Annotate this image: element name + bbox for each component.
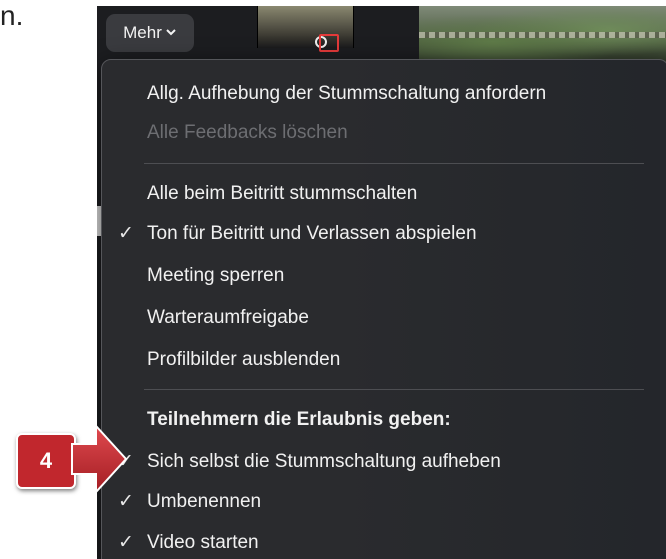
callout-arrow-icon [71, 423, 128, 495]
menu-item-hide-profile-pictures[interactable]: Profilbilder ausblenden [102, 340, 662, 380]
menu-item-label: Allg. Aufhebung der Stummschaltung anfor… [147, 83, 547, 104]
menu-item-label: Alle beim Beitritt stummschalten [147, 183, 418, 204]
video-thumbnail-landscape[interactable] [419, 6, 666, 66]
step-callout-badge: 4 [16, 433, 76, 489]
menu-item-label: Profilbilder ausblenden [147, 349, 341, 370]
menu-item-entry-exit-sound[interactable]: ✓ Ton für Beitritt und Verlassen abspiel… [102, 214, 662, 254]
menu-item-allow-start-video[interactable]: ✓ Video starten [102, 523, 662, 559]
menu-item-label: Alle Feedbacks löschen [147, 122, 348, 143]
menu-item-label: Umbenennen [147, 491, 262, 512]
menu-item-mute-on-entry[interactable]: Alle beim Beitritt stummschalten [102, 174, 662, 214]
menu-item-allow-rename[interactable]: ✓ Umbenennen [102, 482, 662, 522]
checkmark-icon: ✓ [118, 532, 134, 553]
section-header-permissions: Teilnehmern die Erlaubnis geben: [102, 400, 662, 440]
video-thumbnail[interactable] [257, 6, 354, 52]
checkmark-icon: ✓ [118, 223, 134, 244]
chevron-down-icon [166, 29, 176, 36]
menu-item-lock-meeting[interactable]: Meeting sperren [102, 256, 662, 296]
section-header-label: Teilnehmern die Erlaubnis geben: [147, 409, 451, 430]
menu-item-label: Meeting sperren [147, 265, 285, 286]
menu-item-label: Warteraumfreigabe [147, 307, 309, 328]
recording-icon [319, 34, 339, 52]
menu-item-allow-self-unmute[interactable]: ✓ Sich selbst die Stummschaltung aufhebe… [102, 442, 662, 482]
menu-item-clear-feedback: Alle Feedbacks löschen [102, 113, 662, 153]
more-button[interactable]: Mehr [106, 14, 194, 52]
menu-item-label: Ton für Beitritt und Verlassen abspielen [147, 223, 477, 244]
caption-fragment: n. [0, 0, 24, 31]
more-menu: Allg. Aufhebung der Stummschaltung anfor… [101, 59, 666, 559]
menu-item-label: Sich selbst die Stummschaltung aufheben [147, 451, 501, 472]
menu-item-request-unmute[interactable]: Allg. Aufhebung der Stummschaltung anfor… [102, 74, 662, 114]
landscape-detail [419, 32, 666, 38]
menu-divider [144, 163, 644, 164]
menu-item-label: Video starten [147, 532, 259, 553]
more-button-label: Mehr [123, 23, 162, 42]
zoom-window: Mehr Allg. Aufhebung der Stummschaltung … [97, 6, 666, 559]
menu-item-waiting-room[interactable]: Warteraumfreigabe [102, 298, 662, 338]
menu-divider [144, 389, 644, 390]
